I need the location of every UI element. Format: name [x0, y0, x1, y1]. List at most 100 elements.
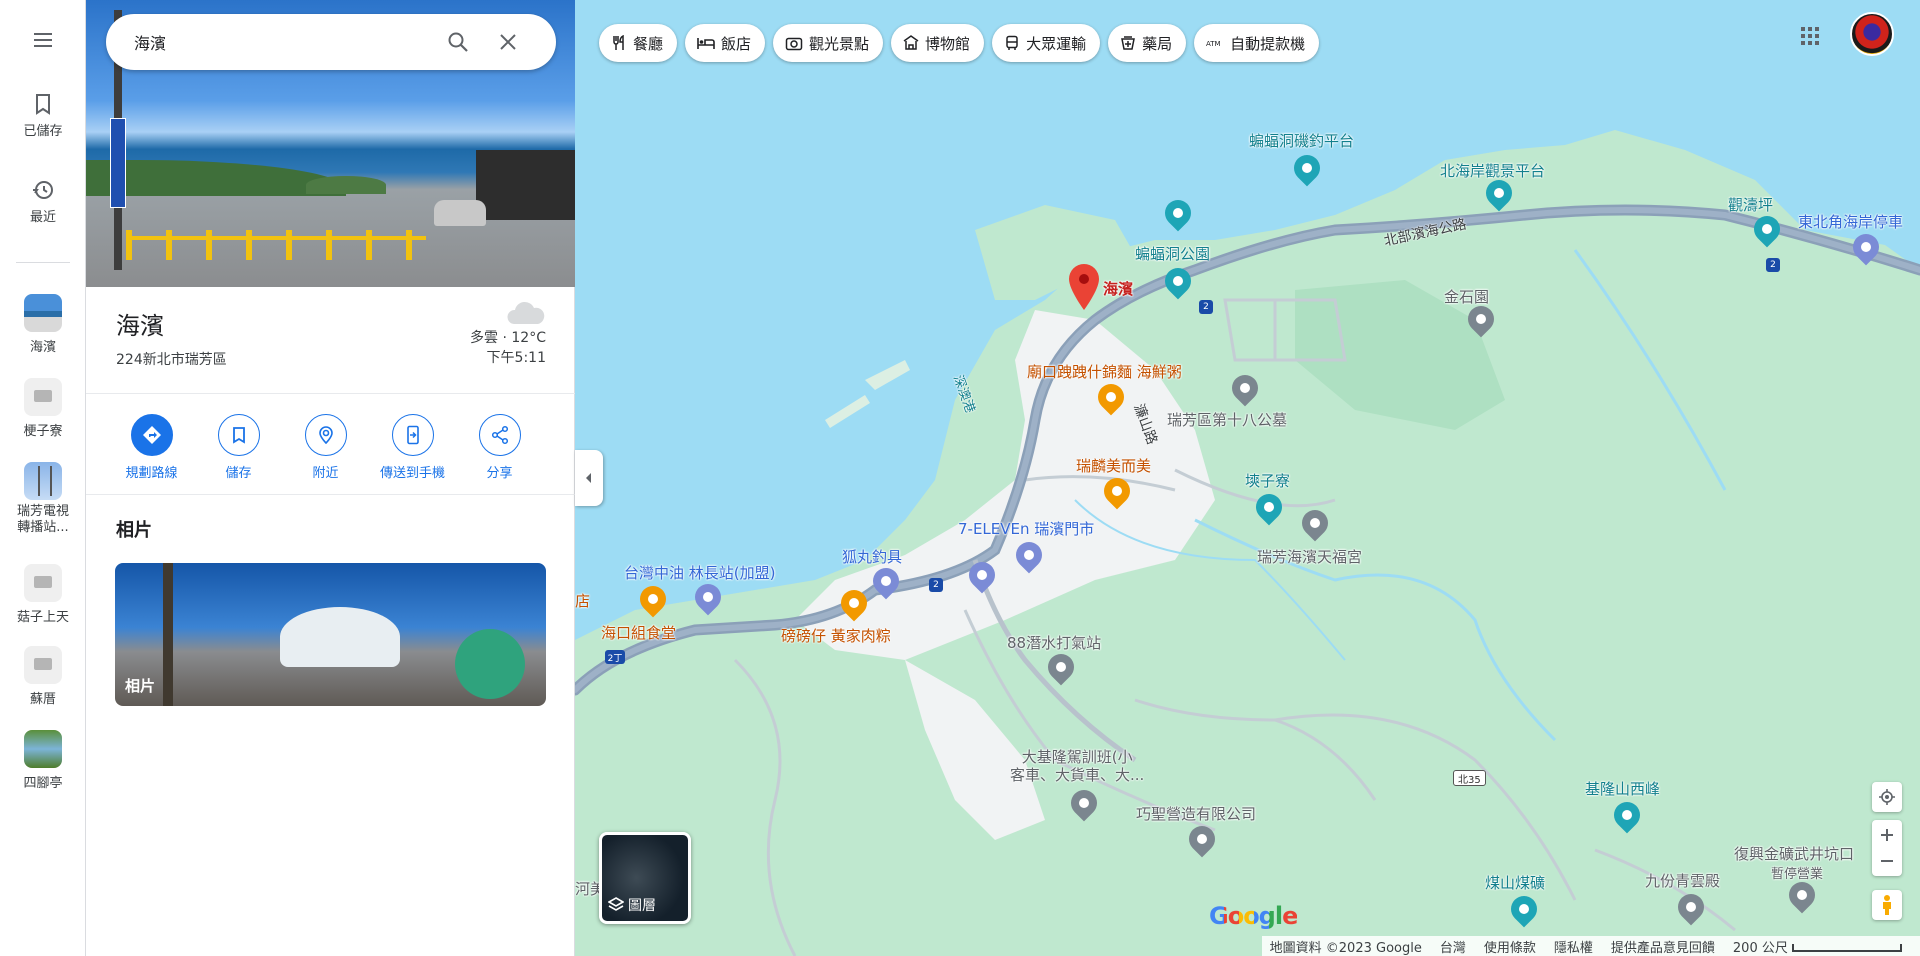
save-button[interactable]: 儲存: [195, 414, 282, 481]
nearby-icon: [318, 426, 333, 445]
map-label[interactable]: 蝙蝠洞公園: [1135, 243, 1210, 264]
map-label[interactable]: 金石園: [1444, 286, 1489, 307]
privacy-link[interactable]: 隱私權: [1554, 937, 1593, 956]
zoom-in-icon[interactable]: [1880, 828, 1894, 842]
layers-label: 圖層: [628, 898, 656, 914]
map-label[interactable]: 九份青雲殿: [1645, 870, 1720, 891]
map-label[interactable]: 塽子寮: [1245, 470, 1290, 491]
route-shield: 2: [1766, 258, 1780, 272]
map-label[interactable]: 煤山煤礦: [1485, 872, 1545, 893]
selected-place-label[interactable]: 海濱: [1103, 278, 1133, 299]
chip-transit[interactable]: 大眾運輸: [992, 24, 1101, 62]
map-label[interactable]: 台灣中油 林長站(加盟): [624, 562, 775, 583]
recent-thumbnail: [24, 462, 62, 500]
recent-item-sucuo[interactable]: 蘇厝: [0, 646, 86, 707]
recent-item-gengziliao[interactable]: 梗子寮: [0, 378, 86, 439]
send-to-phone-button[interactable]: 傳送到手機: [369, 414, 456, 481]
chip-hotels[interactable]: 飯店: [685, 24, 766, 62]
recent-button[interactable]: 最近: [0, 178, 86, 225]
map-label[interactable]: 店: [575, 590, 590, 611]
scale-indicator[interactable]: 200 公尺: [1733, 937, 1902, 956]
map-label[interactable]: 88潛水打氣站: [1007, 632, 1101, 653]
apps-grid-icon[interactable]: [1798, 24, 1822, 48]
photos-heading: 相片: [116, 520, 152, 541]
chip-pharmacies[interactable]: 藥局: [1108, 24, 1187, 62]
rail-divider: [16, 262, 70, 263]
chip-label: 飯店: [721, 34, 752, 53]
menu-button[interactable]: [0, 28, 86, 52]
map-label[interactable]: 廟口跩跩什錦麵 海鮮粥: [1027, 361, 1182, 382]
my-location-button[interactable]: [1872, 782, 1902, 812]
account-avatar[interactable]: [1850, 12, 1894, 56]
chip-label: 藥局: [1142, 34, 1173, 53]
weather-text: 多雲 · 12°C: [470, 330, 546, 346]
directions-button[interactable]: 規劃路線: [108, 414, 195, 481]
map-label[interactable]: 大基隆駕訓班(小 客車、大貨車、大...: [1010, 748, 1144, 784]
map-canvas[interactable]: 餐廳 飯店 觀光景點 博物館 大眾運輸 藥局 ATM 自動提款機 蝙蝠洞磯釣平台…: [575, 0, 1920, 956]
recent-item-label: 蘇厝: [29, 692, 56, 707]
nearby-button[interactable]: 附近: [282, 414, 369, 481]
zoom-controls: [1872, 820, 1902, 876]
recent-item-tv-station[interactable]: 瑞芳電視 轉播站...: [0, 462, 86, 536]
place-panel: 海濱 224新北市瑞芳區 多雲 · 12°C 下午5:11 規劃路線 儲存: [86, 0, 575, 956]
feedback-link[interactable]: 提供產品意見回饋: [1611, 937, 1715, 956]
map-label[interactable]: 觀濤坪: [1728, 194, 1773, 215]
collapse-panel-button[interactable]: [575, 450, 603, 506]
map-label[interactable]: 東北角海岸停車: [1798, 211, 1903, 232]
map-label[interactable]: 瑞麟美而美: [1076, 455, 1151, 476]
recent-thumbnail: [24, 564, 62, 602]
bus-icon: [1006, 35, 1018, 50]
directions-icon: [142, 426, 161, 444]
atm-icon: ATM: [1206, 40, 1221, 48]
weather-widget: 多雲 · 12°C 下午5:11: [470, 300, 546, 368]
copyright-text: 地圖資料 ©2023 Google: [1269, 940, 1422, 956]
close-icon[interactable]: [496, 30, 520, 54]
recent-thumbnail: [24, 294, 62, 332]
chip-atms[interactable]: ATM 自動提款機: [1194, 24, 1320, 62]
share-label: 分享: [486, 466, 513, 481]
recent-item-sijiaoting[interactable]: 四腳亭: [0, 730, 86, 791]
my-location-icon: [1879, 789, 1895, 805]
save-label: 儲存: [225, 466, 252, 481]
recent-item-guzi[interactable]: 菇子上天: [0, 564, 86, 625]
street-view-button[interactable]: [1872, 890, 1902, 920]
photos-card[interactable]: 相片: [115, 563, 546, 706]
chip-museums[interactable]: 博物館: [891, 24, 985, 62]
map-label[interactable]: 瑞芳區第十八公墓: [1167, 409, 1287, 430]
chip-label: 自動提款機: [1230, 34, 1306, 53]
action-row: 規劃路線 儲存 附近 傳送到手機 分享: [108, 414, 543, 481]
map-label[interactable]: 巧聖營造有限公司: [1136, 803, 1256, 824]
map-label[interactable]: 狐丸釣具: [842, 546, 902, 567]
send-to-phone-icon: [406, 425, 419, 445]
chip-attractions[interactable]: 觀光景點: [773, 24, 884, 62]
local-time: 下午5:11: [486, 350, 546, 366]
layers-button[interactable]: 圖層: [599, 832, 691, 924]
recent-item-seaside[interactable]: 海濱: [0, 294, 86, 355]
recent-item-label: 海濱: [29, 340, 56, 355]
search-icon[interactable]: [446, 30, 470, 54]
map-label[interactable]: 海口組食堂: [601, 622, 676, 643]
map-label[interactable]: 7-ELEVEn 瑞濱門市: [958, 518, 1094, 539]
map-label[interactable]: 復興金礦武井坑口: [1734, 843, 1854, 864]
fork-knife-icon: [613, 35, 624, 50]
selected-place-pin[interactable]: [1069, 264, 1099, 310]
saved-button[interactable]: 已儲存: [0, 92, 86, 139]
recent-thumbnail: [24, 646, 62, 684]
zoom-out-icon[interactable]: [1880, 854, 1894, 868]
divider: [86, 494, 575, 495]
region-link[interactable]: 台灣: [1440, 937, 1466, 956]
map-label[interactable]: 基隆山西峰: [1585, 778, 1660, 799]
recent-item-label: 菇子上天: [16, 610, 69, 625]
map-label[interactable]: 磅磅仔 黃家肉粽: [781, 625, 891, 646]
map-label[interactable]: 瑞芳海濱天福宮: [1257, 546, 1362, 567]
recent-item-label: 四腳亭: [23, 776, 63, 791]
map-label[interactable]: 蝙蝠洞磯釣平台: [1249, 130, 1354, 151]
search-input[interactable]: [134, 32, 434, 52]
history-icon: [33, 181, 53, 199]
chip-restaurants[interactable]: 餐廳: [599, 24, 678, 62]
share-button[interactable]: 分享: [456, 414, 543, 481]
menu-icon: [34, 33, 52, 47]
photos-card-label: 相片: [125, 677, 156, 695]
map-label[interactable]: 北海岸觀景平台: [1440, 160, 1545, 181]
terms-link[interactable]: 使用條款: [1484, 937, 1536, 956]
